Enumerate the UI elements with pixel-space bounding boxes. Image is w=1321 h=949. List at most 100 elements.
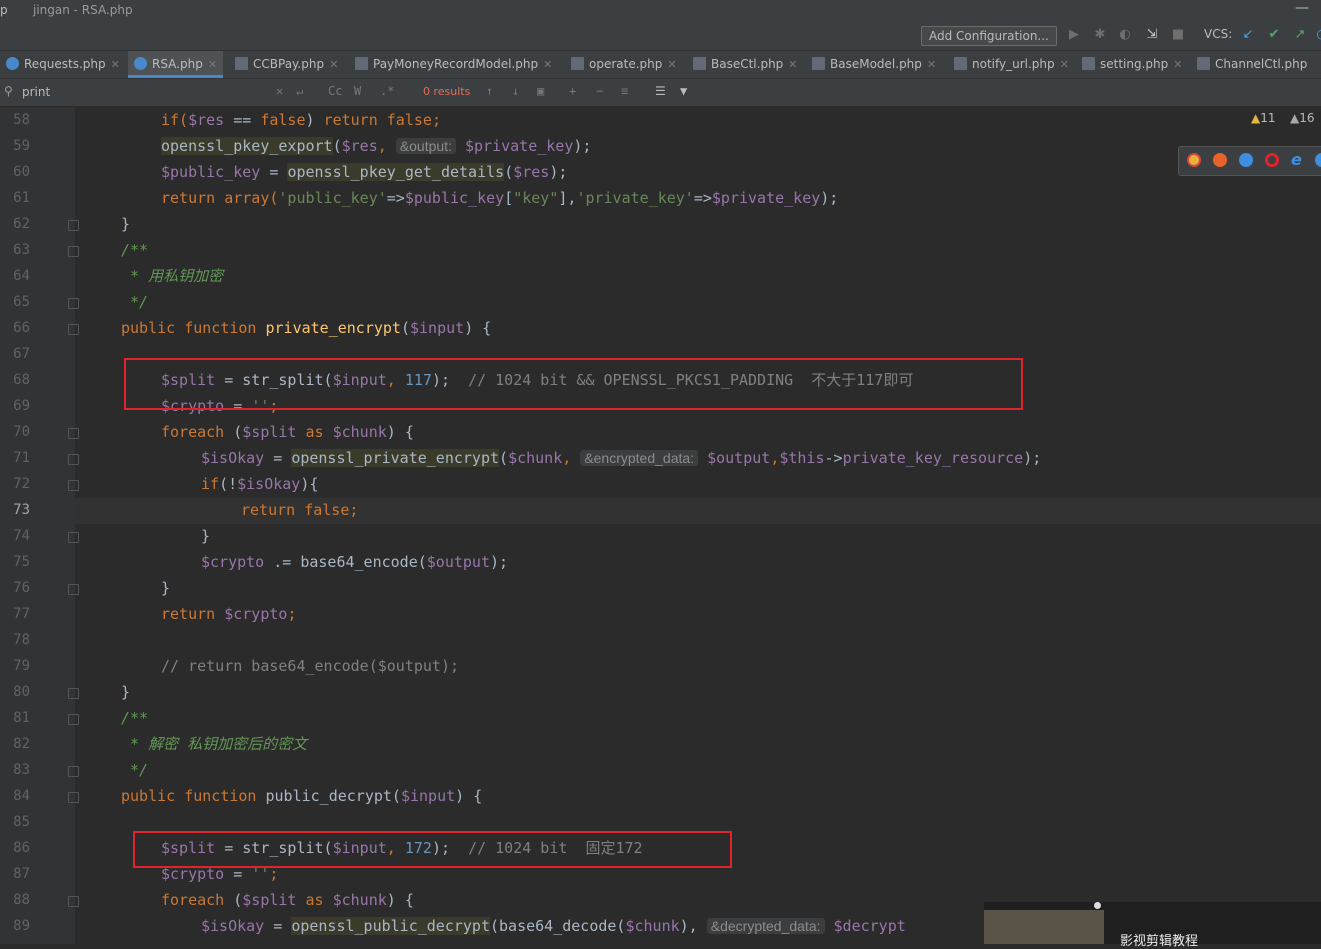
previous-occurrence-icon[interactable]: ↑	[486, 84, 493, 98]
vcs-history-icon[interactable]: ◷	[1314, 27, 1321, 42]
whole-words-toggle[interactable]: W	[354, 84, 361, 98]
new-line-icon[interactable]: ↵	[296, 84, 303, 98]
php-file-icon	[954, 57, 967, 70]
close-icon[interactable]: ✕	[329, 58, 338, 71]
tab-rsa[interactable]: RSA.php ✕	[128, 51, 224, 78]
add-configuration-button[interactable]: Add Configuration...	[921, 26, 1057, 46]
fold-marker-icon[interactable]	[68, 792, 79, 803]
code-editor[interactable]: if($res == false) return false; openssl_…	[81, 107, 1321, 944]
opera-icon[interactable]	[1265, 153, 1279, 167]
filter-icon[interactable]: ▼	[680, 84, 687, 98]
chrome-icon[interactable]	[1187, 153, 1201, 167]
line-number: 74	[13, 528, 30, 544]
add-occurrence-icon[interactable]: +	[569, 84, 576, 98]
weak-warnings-count[interactable]: ▲16	[1290, 111, 1315, 125]
fold-marker-icon[interactable]	[68, 532, 79, 543]
tab-paymoneyrecordmodel[interactable]: PayMoneyRecordModel.php ✕	[355, 51, 552, 78]
select-all-icon[interactable]: ▣	[537, 84, 544, 98]
close-icon[interactable]: ✕	[1060, 58, 1069, 71]
close-icon[interactable]: ✕	[788, 58, 797, 71]
edge-icon[interactable]	[1315, 153, 1321, 167]
line-number: 68	[13, 372, 30, 388]
clear-search-icon[interactable]: ✕	[276, 84, 283, 98]
fold-marker-icon[interactable]	[68, 298, 79, 309]
fold-marker-icon[interactable]	[68, 896, 79, 907]
code-line-77: return $crypto;	[161, 605, 297, 623]
fold-marker-icon[interactable]	[68, 220, 79, 231]
code-line-65: */	[121, 293, 149, 311]
parameter-hint: &encrypted_data:	[580, 450, 699, 466]
menu-fragment[interactable]: p	[0, 3, 8, 17]
title-bar: p jingan - RSA.php —	[0, 0, 1321, 22]
vcs-update-icon[interactable]: ↙	[1240, 27, 1256, 42]
fold-marker-icon[interactable]	[68, 766, 79, 777]
tab-basemodel[interactable]: BaseModel.php ✕	[812, 51, 936, 78]
code-line-73: return false;	[241, 501, 359, 519]
find-bar: ⚲ ✕ ↵ Cc W .* 0 results ↑ ↓ ▣ + − ≡ ☰ ▼	[0, 79, 1321, 107]
code-line-60: $public_key = openssl_pkey_get_details($…	[161, 163, 568, 181]
fold-marker-icon[interactable]	[68, 324, 79, 335]
close-icon[interactable]: ✕	[1173, 58, 1182, 71]
remove-occurrence-icon[interactable]: −	[596, 84, 603, 98]
code-line-84: public function public_decrypt($input) {	[121, 787, 483, 805]
close-icon[interactable]: ✕	[667, 58, 676, 71]
tab-channelctl[interactable]: ChannelCtl.php	[1197, 51, 1307, 78]
code-line-80: }	[121, 683, 131, 701]
firefox-icon[interactable]	[1213, 153, 1227, 167]
vcs-commit-icon[interactable]: ✔	[1266, 27, 1282, 42]
close-icon[interactable]: ✕	[111, 58, 120, 71]
class-icon	[134, 57, 147, 70]
editor-tabs: Requests.php ✕ RSA.php ✕ CCBPay.php ✕ PayMo…	[0, 51, 1321, 79]
run-icon[interactable]: ▶	[1066, 27, 1082, 42]
attach-icon[interactable]: ⇲	[1144, 27, 1160, 42]
close-icon[interactable]: ✕	[208, 58, 217, 71]
stop-icon[interactable]: ■	[1170, 27, 1186, 42]
main-toolbar: Add Configuration... ▶ ✱ ◐ ⇲ ■ VCS: ↙ ✔ …	[0, 22, 1321, 51]
minimize-button[interactable]: —	[1295, 0, 1309, 16]
fold-marker-icon[interactable]	[68, 688, 79, 699]
php-file-icon	[812, 57, 825, 70]
tab-setting[interactable]: setting.php ✕	[1082, 51, 1182, 78]
select-occurrences-icon[interactable]: ≡	[621, 84, 628, 98]
video-thumbnail-overlay[interactable]: 影视剪辑教程	[984, 902, 1321, 949]
line-number: 62	[13, 216, 30, 232]
code-line-64: * 用私钥加密	[121, 267, 224, 285]
regex-toggle[interactable]: .*	[380, 84, 394, 98]
debug-icon[interactable]: ✱	[1092, 27, 1108, 42]
vcs-push-icon[interactable]: ↗	[1292, 27, 1308, 42]
next-occurrence-icon[interactable]: ↓	[512, 84, 519, 98]
line-number: 58	[13, 112, 30, 128]
fold-marker-icon[interactable]	[68, 584, 79, 595]
filter-options-icon[interactable]: ☰	[655, 84, 666, 98]
current-line-number: 73	[13, 502, 30, 518]
line-number: 59	[13, 138, 30, 154]
line-number: 88	[13, 892, 30, 908]
code-line-89: $isOkay = openssl_public_decrypt(base64_…	[201, 917, 906, 935]
safari-icon[interactable]	[1239, 153, 1253, 167]
code-line-79: // return base64_encode($output);	[161, 657, 460, 675]
tab-operate[interactable]: operate.php ✕	[571, 51, 677, 78]
coverage-icon[interactable]: ◐	[1117, 27, 1133, 42]
tab-basectl[interactable]: BaseCtl.php ✕	[693, 51, 798, 78]
fold-marker-icon[interactable]	[68, 454, 79, 465]
search-input[interactable]	[22, 82, 272, 101]
annotation-box-line-68	[124, 358, 1023, 410]
fold-marker-icon[interactable]	[68, 246, 79, 257]
fold-marker-icon[interactable]	[68, 714, 79, 725]
ie-icon[interactable]: e	[1291, 152, 1305, 168]
search-icon[interactable]: ⚲	[4, 84, 13, 98]
class-icon	[6, 57, 19, 70]
warnings-count[interactable]: ▲11	[1251, 111, 1276, 125]
tab-notify-url[interactable]: notify_url.php ✕	[954, 51, 1069, 78]
php-file-icon	[571, 57, 584, 70]
close-icon[interactable]: ✕	[927, 58, 936, 71]
annotation-box-line-86	[133, 831, 732, 868]
tab-ccbpay[interactable]: CCBPay.php ✕	[235, 51, 338, 78]
tab-requests[interactable]: Requests.php ✕	[6, 51, 120, 78]
close-icon[interactable]: ✕	[543, 58, 552, 71]
fold-marker-icon[interactable]	[68, 428, 79, 439]
fold-marker-icon[interactable]	[68, 480, 79, 491]
match-case-toggle[interactable]: Cc	[328, 84, 342, 98]
line-number: 78	[13, 632, 30, 648]
line-number: 64	[13, 268, 30, 284]
